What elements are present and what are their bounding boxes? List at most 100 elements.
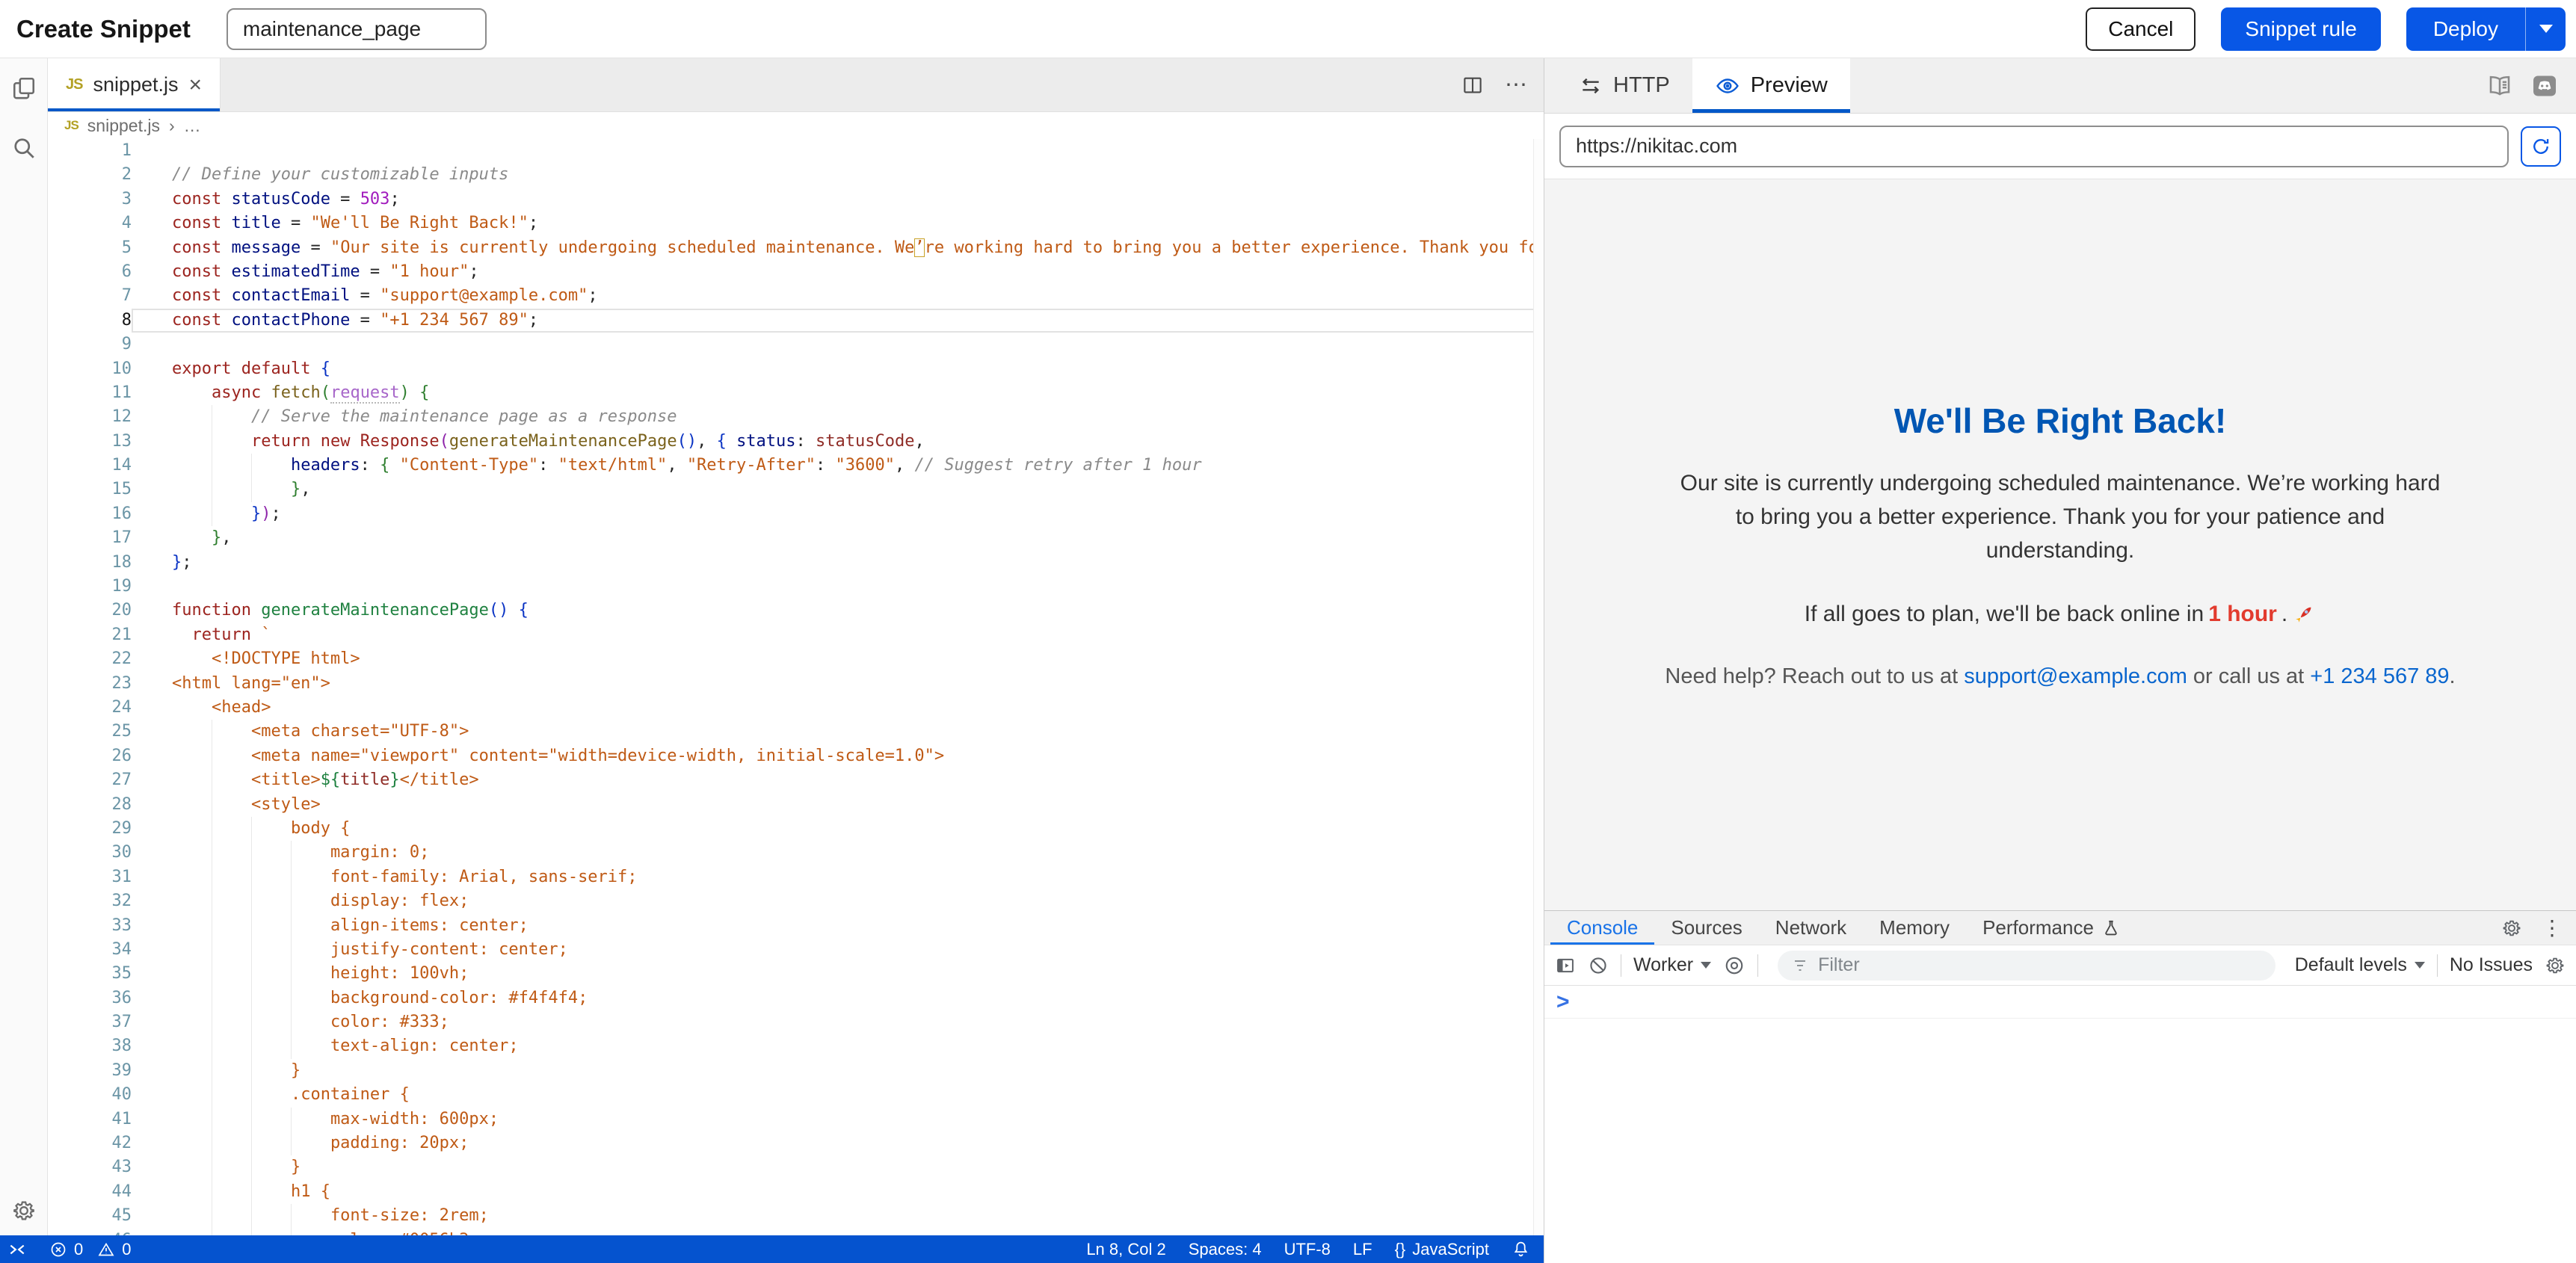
gear-icon[interactable] (11, 1198, 37, 1223)
code-line[interactable]: 9 (48, 333, 1544, 356)
console-settings-gear-icon[interactable] (2545, 955, 2566, 976)
files-icon[interactable] (10, 75, 37, 102)
code-line[interactable]: 32 display: flex; (48, 889, 1544, 913)
code-editor[interactable]: 12// Define your customizable inputs3con… (48, 139, 1544, 1235)
code-line[interactable]: 13 return new Response(generateMaintenan… (48, 430, 1544, 454)
devtools-tab-sources[interactable]: Sources (1654, 911, 1758, 945)
code-line[interactable]: 36 background-color: #f4f4f4; (48, 986, 1544, 1010)
code-line[interactable]: 27 <title>${title}</title> (48, 768, 1544, 792)
code-line[interactable]: 16 }); (48, 502, 1544, 526)
docs-book-icon[interactable] (2486, 72, 2513, 99)
devtools-tab-memory[interactable]: Memory (1863, 911, 1966, 945)
code-line[interactable]: 12 // Serve the maintenance page as a re… (48, 405, 1544, 429)
support-email-link[interactable]: support@example.com (1964, 664, 2187, 688)
code-line[interactable]: 1 (48, 139, 1544, 163)
deploy-button[interactable]: Deploy (2406, 7, 2525, 51)
line-number: 21 (48, 623, 132, 647)
url-input[interactable] (1559, 126, 2509, 167)
code-line[interactable]: 30 margin: 0; (48, 841, 1544, 865)
language-mode[interactable]: {} JavaScript (1395, 1240, 1489, 1259)
code-line[interactable]: 25 <meta charset="UTF-8"> (48, 720, 1544, 744)
cancel-button[interactable]: Cancel (2086, 7, 2196, 51)
snippet-name-input[interactable] (227, 8, 487, 50)
close-icon[interactable]: × (189, 74, 203, 96)
language-label: JavaScript (1412, 1240, 1489, 1259)
phone-link[interactable]: +1 234 567 89 (2310, 664, 2449, 688)
code-line[interactable]: 38 text-align: center; (48, 1034, 1544, 1058)
code-line[interactable]: 44 h1 { (48, 1180, 1544, 1204)
eol-sequence[interactable]: LF (1353, 1240, 1372, 1259)
code-line[interactable]: 19 (48, 575, 1544, 599)
encoding[interactable]: UTF-8 (1284, 1240, 1331, 1259)
code-line[interactable]: 5const message = "Our site is currently … (48, 236, 1544, 260)
live-expression-eye-icon[interactable] (1723, 954, 1745, 977)
code-line[interactable]: 46 color: #0056b3; (48, 1229, 1544, 1235)
code-line[interactable]: 43 } (48, 1155, 1544, 1179)
code-line[interactable]: 14 headers: { "Content-Type": "text/html… (48, 454, 1544, 478)
code-line[interactable]: 10export default { (48, 357, 1544, 381)
code-line[interactable]: 7const contactEmail = "support@example.c… (48, 284, 1544, 308)
code-line[interactable]: 31 font-family: Arial, sans-serif; (48, 865, 1544, 889)
code-line[interactable]: 41 max-width: 600px; (48, 1108, 1544, 1131)
code-line[interactable]: 39 } (48, 1059, 1544, 1083)
breadcrumb[interactable]: JS snippet.js › … (48, 112, 1544, 139)
code-line[interactable]: 37 color: #333; (48, 1010, 1544, 1034)
code-line[interactable]: 45 font-size: 2rem; (48, 1204, 1544, 1228)
code-line[interactable]: 6const estimatedTime = "1 hour"; (48, 260, 1544, 284)
console-prompt-row[interactable]: > (1544, 986, 2576, 1019)
more-actions-icon[interactable]: ⋯ (1505, 74, 1527, 96)
code-line[interactable]: 26 <meta name="viewport" content="width=… (48, 744, 1544, 768)
code-line[interactable]: 42 padding: 20px; (48, 1131, 1544, 1155)
cursor-position[interactable]: Ln 8, Col 2 (1086, 1240, 1165, 1259)
code-line[interactable]: 2// Define your customizable inputs (48, 163, 1544, 187)
console-sidebar-toggle-icon[interactable] (1555, 955, 1576, 976)
split-editor-icon[interactable] (1461, 74, 1484, 96)
code-line[interactable]: 29 body { (48, 817, 1544, 841)
snippet-rule-button[interactable]: Snippet rule (2221, 7, 2380, 51)
line-number: 15 (48, 478, 132, 501)
tab-preview[interactable]: Preview (1692, 58, 1850, 113)
code-line[interactable]: 15 }, (48, 478, 1544, 501)
console-output[interactable]: > (1544, 986, 2576, 1263)
search-icon[interactable] (10, 135, 37, 161)
code-line[interactable]: 18}; (48, 551, 1544, 575)
code-line[interactable]: 20function generateMaintenancePage() { (48, 599, 1544, 623)
code-line[interactable]: 21 return ` (48, 623, 1544, 647)
code-line[interactable]: 3const statusCode = 503; (48, 188, 1544, 211)
code-line[interactable]: 34 justify-content: center; (48, 938, 1544, 962)
worker-context-dropdown[interactable]: Worker (1633, 954, 1711, 976)
devtools-tab-performance[interactable]: Performance (1966, 911, 2137, 945)
bell-icon[interactable] (1512, 1240, 1530, 1259)
no-issues-button[interactable]: No Issues (2450, 954, 2533, 976)
devtools-tab-network[interactable]: Network (1759, 911, 1863, 945)
url-bar (1544, 114, 2576, 179)
code-line[interactable]: 8const contactPhone = "+1 234 567 89"; (48, 309, 1544, 333)
eta-prefix: If all goes to plan, we'll be back onlin… (1805, 602, 2204, 627)
tab-http[interactable]: HTTP (1556, 58, 1692, 113)
status-bar: 0 0 Ln 8, Col 2 Spaces: 4 UTF-8 LF {} Ja… (0, 1235, 1544, 1263)
tab-snippet-js[interactable]: JS snippet.js × (48, 58, 221, 111)
code-line[interactable]: 22 <!DOCTYPE html> (48, 647, 1544, 671)
editor-scrollbar[interactable] (1533, 139, 1544, 1235)
code-line[interactable]: 40 .container { (48, 1083, 1544, 1107)
devtools-settings-gear-icon[interactable] (2501, 918, 2522, 939)
code-line[interactable]: 35 height: 100vh; (48, 962, 1544, 986)
code-line[interactable]: 17 }, (48, 526, 1544, 550)
refresh-button[interactable] (2521, 126, 2561, 167)
clear-console-icon[interactable] (1588, 955, 1609, 976)
code-line[interactable]: 4const title = "We'll Be Right Back!"; (48, 211, 1544, 235)
code-line[interactable]: 11 async fetch(request) { (48, 381, 1544, 405)
deploy-dropdown-button[interactable] (2525, 7, 2566, 51)
code-line[interactable]: 23<html lang="en"> (48, 672, 1544, 696)
default-levels-dropdown[interactable]: Default levels (2295, 954, 2425, 976)
devtools-tab-console[interactable]: Console (1550, 911, 1654, 945)
remote-indicator-icon[interactable] (7, 1240, 27, 1259)
discord-icon[interactable] (2531, 72, 2558, 99)
indentation[interactable]: Spaces: 4 (1189, 1240, 1262, 1259)
console-filter-input[interactable]: Filter (1778, 951, 2275, 981)
code-line[interactable]: 33 align-items: center; (48, 914, 1544, 938)
code-line[interactable]: 24 <head> (48, 696, 1544, 720)
code-line[interactable]: 28 <style> (48, 793, 1544, 817)
problems-indicator[interactable]: 0 0 (49, 1240, 132, 1259)
kebab-menu-icon[interactable]: ⋮ (2542, 918, 2563, 939)
